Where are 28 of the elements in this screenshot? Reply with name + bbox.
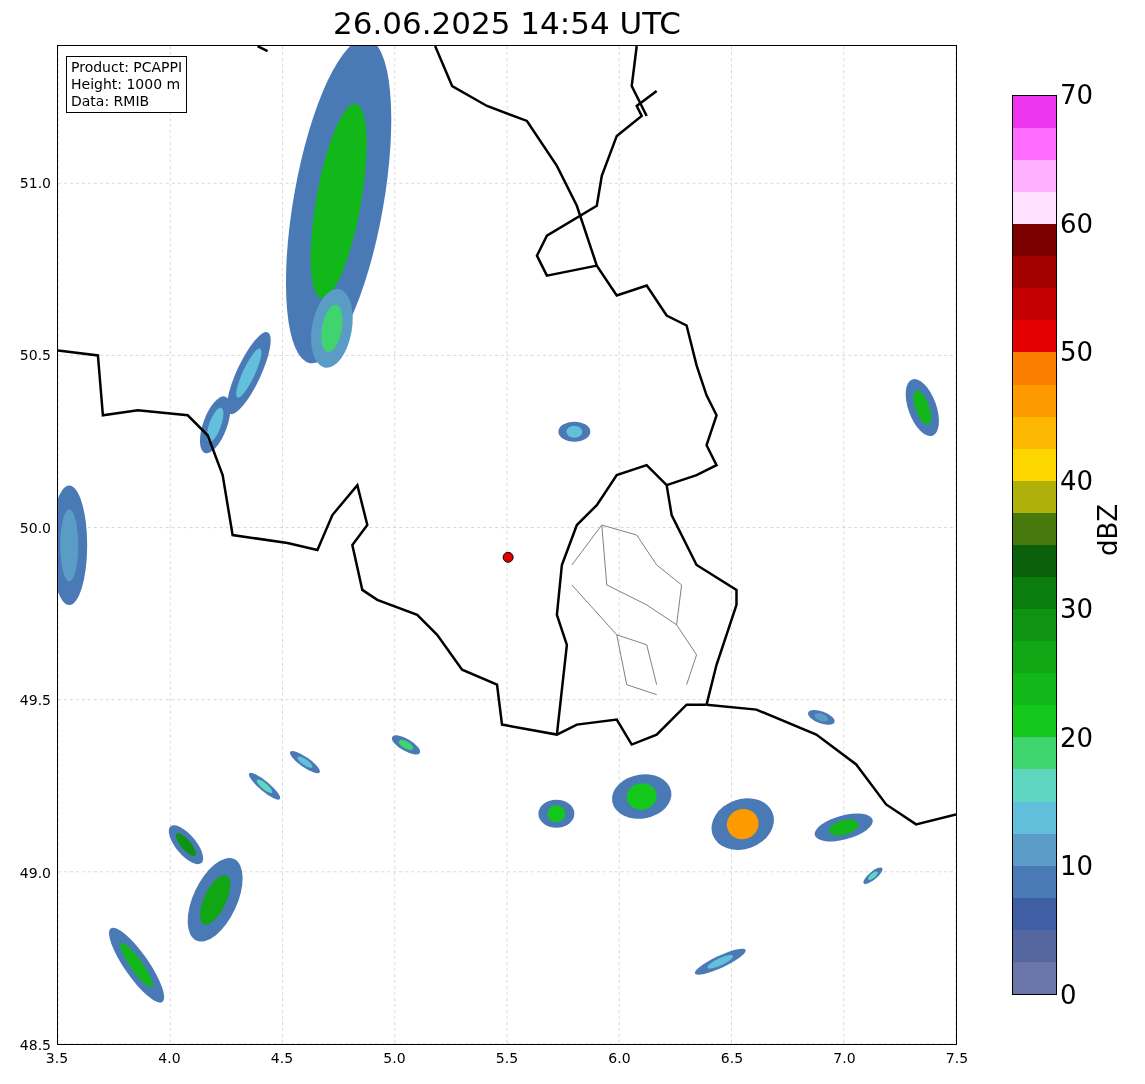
y-tick-label: 49.5 <box>19 692 51 708</box>
x-tick-label: 3.5 <box>45 1050 69 1066</box>
colorbar-tick-label: 20 <box>1060 722 1094 753</box>
x-tick-label: 4.0 <box>158 1050 181 1066</box>
info-text: Product: PCAPPI <box>71 59 183 76</box>
x-tick-label: 6.5 <box>720 1050 744 1066</box>
x-tick-label: 5.0 <box>383 1050 406 1066</box>
colorbar-tick-label: 30 <box>1060 594 1094 625</box>
y-tick-label: 48.5 <box>19 1037 51 1053</box>
chart-title: 26.06.2025 14:54 UTC <box>332 4 682 43</box>
colorbar-tick-label: 40 <box>1060 465 1094 496</box>
colorbar-tick-label: 10 <box>1060 851 1094 882</box>
colorbar-tick-label: 0 <box>1060 980 1077 1010</box>
colorbar-tick-label: 50 <box>1060 337 1094 368</box>
y-tick-label: 51.0 <box>19 174 51 191</box>
colorbar-tick-label: 60 <box>1060 208 1094 239</box>
colorbar-tick-label: 70 <box>1060 80 1094 110</box>
x-tick-label: 4.5 <box>270 1050 294 1066</box>
info-text: Height: 1000 m <box>71 76 182 93</box>
y-tick-label: 49.0 <box>19 864 51 881</box>
x-tick-label: 7.0 <box>833 1050 856 1066</box>
x-tick-label: 6.0 <box>608 1050 631 1066</box>
y-tick-label: 50.5 <box>19 347 51 363</box>
colorbar-label: dBZ <box>1093 503 1124 557</box>
x-tick-label: 7.5 <box>945 1050 969 1066</box>
y-tick-label: 50.0 <box>19 519 51 536</box>
info-text: Data: RMIB <box>71 93 151 110</box>
x-tick-label: 5.5 <box>495 1050 519 1066</box>
